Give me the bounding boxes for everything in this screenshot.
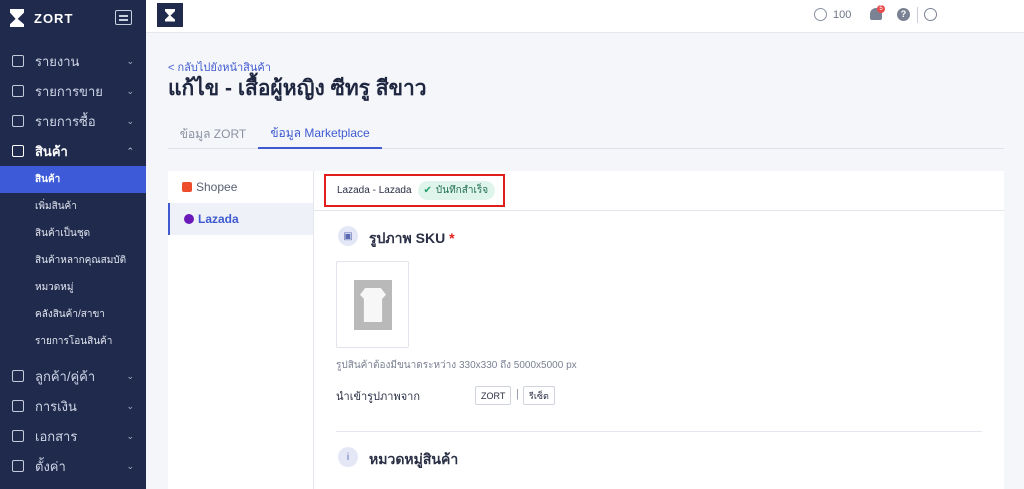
status-badge-text: บันทึกสำเร็จ — [435, 185, 489, 196]
divider — [314, 210, 1004, 211]
credits[interactable]: 100 — [814, 8, 851, 21]
sidebar-item-label: การเงิน — [35, 398, 77, 414]
product-image[interactable] — [336, 261, 409, 348]
dollar-icon — [12, 400, 24, 412]
sidebar-item-label: สินค้า — [35, 143, 68, 159]
sidebar-item-label: เอกสาร — [35, 428, 78, 444]
notification-badge: 5 — [877, 5, 885, 13]
coin-icon — [814, 8, 827, 21]
users-icon — [12, 370, 24, 382]
sidebar-item-sales[interactable]: รายการขาย ⌄ — [0, 76, 146, 106]
chevron-down-icon: ⌄ — [126, 55, 134, 66]
import-zort-button[interactable]: ZORT — [475, 386, 512, 405]
user-icon[interactable] — [924, 8, 937, 21]
shirt-image — [354, 280, 392, 330]
marketplace-label: Lazada — [198, 212, 239, 226]
sidebar-item-label: ลูกค้า/คู่ค้า — [35, 368, 96, 384]
topbar: 100 5 ? — [146, 0, 1024, 33]
zort-logo-icon[interactable] — [157, 3, 183, 27]
tab-zort-info[interactable]: ข้อมูล ZORT — [168, 120, 258, 149]
shopee-icon — [182, 182, 192, 192]
brand-name: ZORT — [34, 10, 74, 26]
marketplace-label: Shopee — [196, 180, 238, 194]
sidebar-subitem-bundles[interactable]: สินค้าเป็นชุด — [0, 220, 146, 247]
box-icon — [12, 145, 24, 157]
sidebar-item-customers[interactable]: ลูกค้า/คู่ค้า ⌄ — [0, 361, 146, 391]
credits-value: 100 — [833, 8, 852, 21]
page-title: แก้ไข - เสื้อผู้หญิง ซีทรู สีขาว — [168, 77, 427, 100]
import-label: นำเข้ารูปภาพจาก — [336, 391, 421, 403]
marketplace-list: Shopee Lazada — [168, 171, 314, 489]
document-icon — [12, 430, 24, 442]
sidebar-subitem-categories[interactable]: หมวดหมู่ — [0, 274, 146, 301]
sidebar-item-reports[interactable]: รายงาน ⌄ — [0, 46, 146, 76]
sidebar: ZORT รายงาน ⌄ รายการขาย ⌄ รายการซื้อ ⌄ ส… — [0, 0, 146, 489]
chevron-down-icon: ⌄ — [126, 115, 134, 126]
info-icon: i — [338, 447, 358, 467]
image-size-hint: รูปสินค้าต้องมีขนาดระหว่าง 330x330 ถึง 5… — [336, 360, 577, 371]
chevron-down-icon: ⌄ — [126, 400, 134, 411]
separator: | — [516, 388, 519, 400]
sidebar-nav: รายงาน ⌄ รายการขาย ⌄ รายการซื้อ ⌄ สินค้า… — [0, 46, 146, 481]
sidebar-item-settings[interactable]: ตั้งค่า ⌄ — [0, 451, 146, 481]
tab-marketplace-info[interactable]: ข้อมูล Marketplace — [258, 120, 382, 149]
sku-image-title-text: รูปภาพ SKU — [369, 230, 446, 246]
sidebar-item-label: รายการซื้อ — [35, 113, 96, 129]
chevron-down-icon: ⌄ — [126, 460, 134, 471]
category-title: หมวดหมู่สินค้า — [369, 451, 459, 467]
divider — [917, 7, 918, 23]
chevron-up-icon: ⌃ — [126, 145, 134, 156]
sidebar-item-label: รายการขาย — [35, 83, 103, 99]
divider — [336, 431, 982, 432]
image-icon: ▣ — [338, 226, 358, 246]
required-mark: * — [449, 230, 455, 246]
check-icon: ✔ — [423, 185, 432, 196]
sidebar-subitem-add-product[interactable]: เพิ่มสินค้า — [0, 193, 146, 220]
gear-icon — [12, 460, 24, 472]
menu-toggle-icon[interactable] — [115, 10, 132, 25]
sidebar-subitem-warehouses[interactable]: คลังสินค้า/สาขา — [0, 301, 146, 328]
sidebar-subitem-products[interactable]: สินค้า — [0, 166, 146, 193]
sidebar-item-documents[interactable]: เอกสาร ⌄ — [0, 421, 146, 451]
basket-icon — [12, 115, 24, 127]
sidebar-subitem-variants[interactable]: สินค้าหลากคุณสมบัติ — [0, 247, 146, 274]
sidebar-item-finance[interactable]: การเงิน ⌄ — [0, 391, 146, 421]
sidebar-item-products[interactable]: สินค้า ⌃ — [0, 136, 146, 166]
sidebar-subitem-transfers[interactable]: รายการโอนสินค้า — [0, 328, 146, 355]
sku-image-title: รูปภาพ SKU * — [369, 228, 455, 250]
chevron-down-icon: ⌄ — [126, 85, 134, 96]
help-icon[interactable]: ? — [897, 8, 910, 21]
zort-logo-icon — [10, 9, 24, 27]
sidebar-item-label: ตั้งค่า — [35, 458, 66, 474]
sidebar-item-purchases[interactable]: รายการซื้อ ⌄ — [0, 106, 146, 136]
reset-button[interactable]: รีเซ็ต — [523, 386, 555, 405]
marketplace-shopee[interactable]: Shopee — [168, 171, 313, 203]
status-badge: ✔ บันทึกสำเร็จ — [417, 181, 496, 200]
marketplace-panel: Shopee Lazada Lazada - Lazada ✔ บันทึกสำ… — [168, 171, 1004, 489]
lazada-icon — [184, 214, 194, 224]
chart-icon — [12, 55, 24, 67]
marketplace-lazada[interactable]: Lazada — [168, 203, 313, 235]
status-label: Lazada - Lazada — [337, 185, 412, 196]
sidebar-item-label: รายงาน — [35, 53, 80, 69]
chevron-down-icon: ⌄ — [126, 430, 134, 441]
clipboard-icon — [12, 85, 24, 97]
tabs: ข้อมูล ZORT ข้อมูล Marketplace — [168, 120, 1004, 149]
chevron-down-icon: ⌄ — [126, 370, 134, 381]
sync-status: Lazada - Lazada ✔ บันทึกสำเร็จ — [324, 174, 505, 207]
